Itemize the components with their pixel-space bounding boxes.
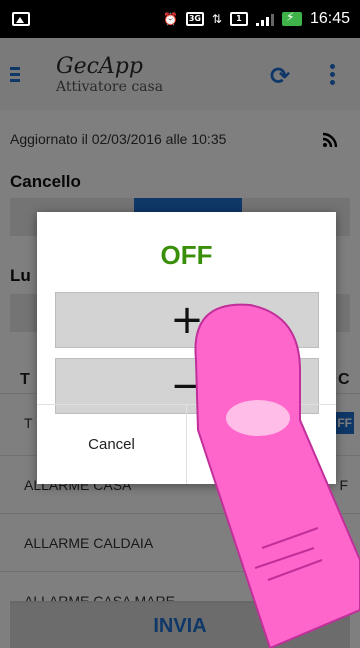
ok-button[interactable] <box>186 405 336 484</box>
signal-icon <box>255 12 274 26</box>
dialog-status: OFF <box>160 240 213 270</box>
sim-icon: 1 <box>229 12 248 26</box>
battery-charging-icon <box>281 10 302 26</box>
clock: 16:45 <box>309 10 350 27</box>
network-type-icon: 3G <box>185 12 204 26</box>
level-dialog: OFF + − Cancel <box>37 212 336 484</box>
data-arrows-icon: ⇅ <box>211 12 222 26</box>
status-bar: ⏰ 3G ⇅ 1 16:45 <box>0 0 360 38</box>
increase-button[interactable]: + <box>55 292 319 348</box>
dialog-footer: Cancel <box>37 404 336 484</box>
alarm-icon: ⏰ <box>162 12 178 26</box>
cancel-button[interactable]: Cancel <box>37 405 186 484</box>
image-notification-icon <box>12 12 30 26</box>
